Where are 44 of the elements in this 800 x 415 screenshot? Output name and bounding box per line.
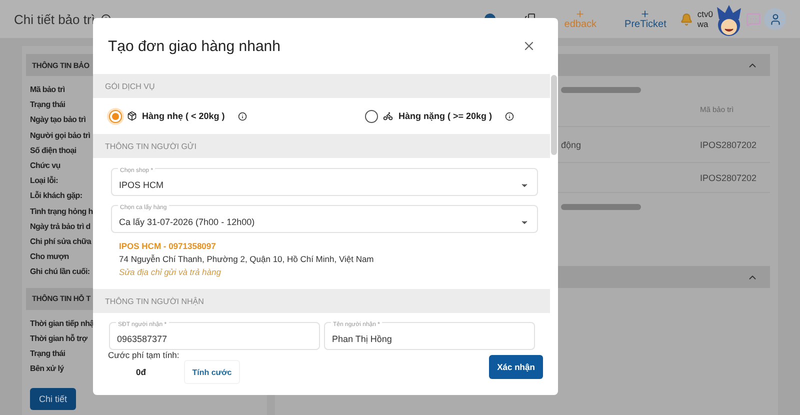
section-header: THÔNG TIN NGƯỜI NHẬN [93,289,550,314]
box-icon [127,111,137,122]
field-label: Cho mượn [30,251,69,264]
scrollbar-thumb[interactable] [551,75,557,156]
field-label: Chi phí sửa chữa [30,236,92,248]
field-label: Số điện thoại [30,144,76,157]
section-header: GÓI DỊCH VỤ [93,74,550,98]
detail-button[interactable]: Chi tiết [30,388,76,410]
table-cell: IPOS2807202 [700,172,757,182]
sender-address: 74 Nguyễn Chí Thanh, Phường 2, Quận 10, Hồ Chí Minh, Việt Nam [119,254,374,264]
field-label: Lỗi khách gặp: [30,190,82,202]
field-label: Trạng thái [30,99,66,112]
option-label: Hàng nặng ( >= 20kg ) [398,111,492,122]
plus-icon [640,8,650,18]
field-label: Loại lỗi: [30,175,58,188]
dialog-title: Tạo đơn giao hàng nhanh [108,38,280,55]
field-label: Người gọi bảo trì [30,130,90,142]
table-cell: động [561,140,582,150]
field-label: Trạng thái [30,348,66,360]
field-label: Ngày tạo bảo trì [30,114,86,126]
field-label: Bên xử lý [30,363,64,376]
fee-label: Cước phí tạm tính: [108,350,180,360]
plus-icon [575,8,586,18]
radio-button[interactable] [109,110,122,123]
radio-button[interactable] [365,110,378,123]
sender-name: IPOS HCM - 0971358097 [119,241,216,252]
calculate-fee-button[interactable]: Tính cước [184,360,240,384]
nav-button[interactable]: PreTicket [610,8,680,30]
field-label: Chức vụ [30,160,60,172]
user-subtitle: wa [697,19,710,30]
field-label: Ngày trả bảo trì d [30,220,90,233]
confirm-button[interactable]: Xác nhận [489,355,543,380]
field-label: Tình trạng hỏng h [30,206,93,218]
user-avatar[interactable] [764,8,786,30]
user-name: ctv0 [697,8,713,19]
mascot-drawing[interactable] [715,5,743,39]
section-header: THÔNG TIN NGƯỜI GỬI [93,134,550,158]
fee-value: 0đ [136,367,146,378]
table-cell: IPOS2807202 [700,140,757,150]
page-title: Chi tiết bảo trì [14,12,95,26]
option-label: Hàng nhẹ ( < 20kg ) [142,111,225,122]
field-label: Thời gian hỗ trợ [30,332,88,345]
field-label: Mã bảo trì [30,84,65,96]
field-label: Ghi chú lần cuối: [30,266,90,278]
